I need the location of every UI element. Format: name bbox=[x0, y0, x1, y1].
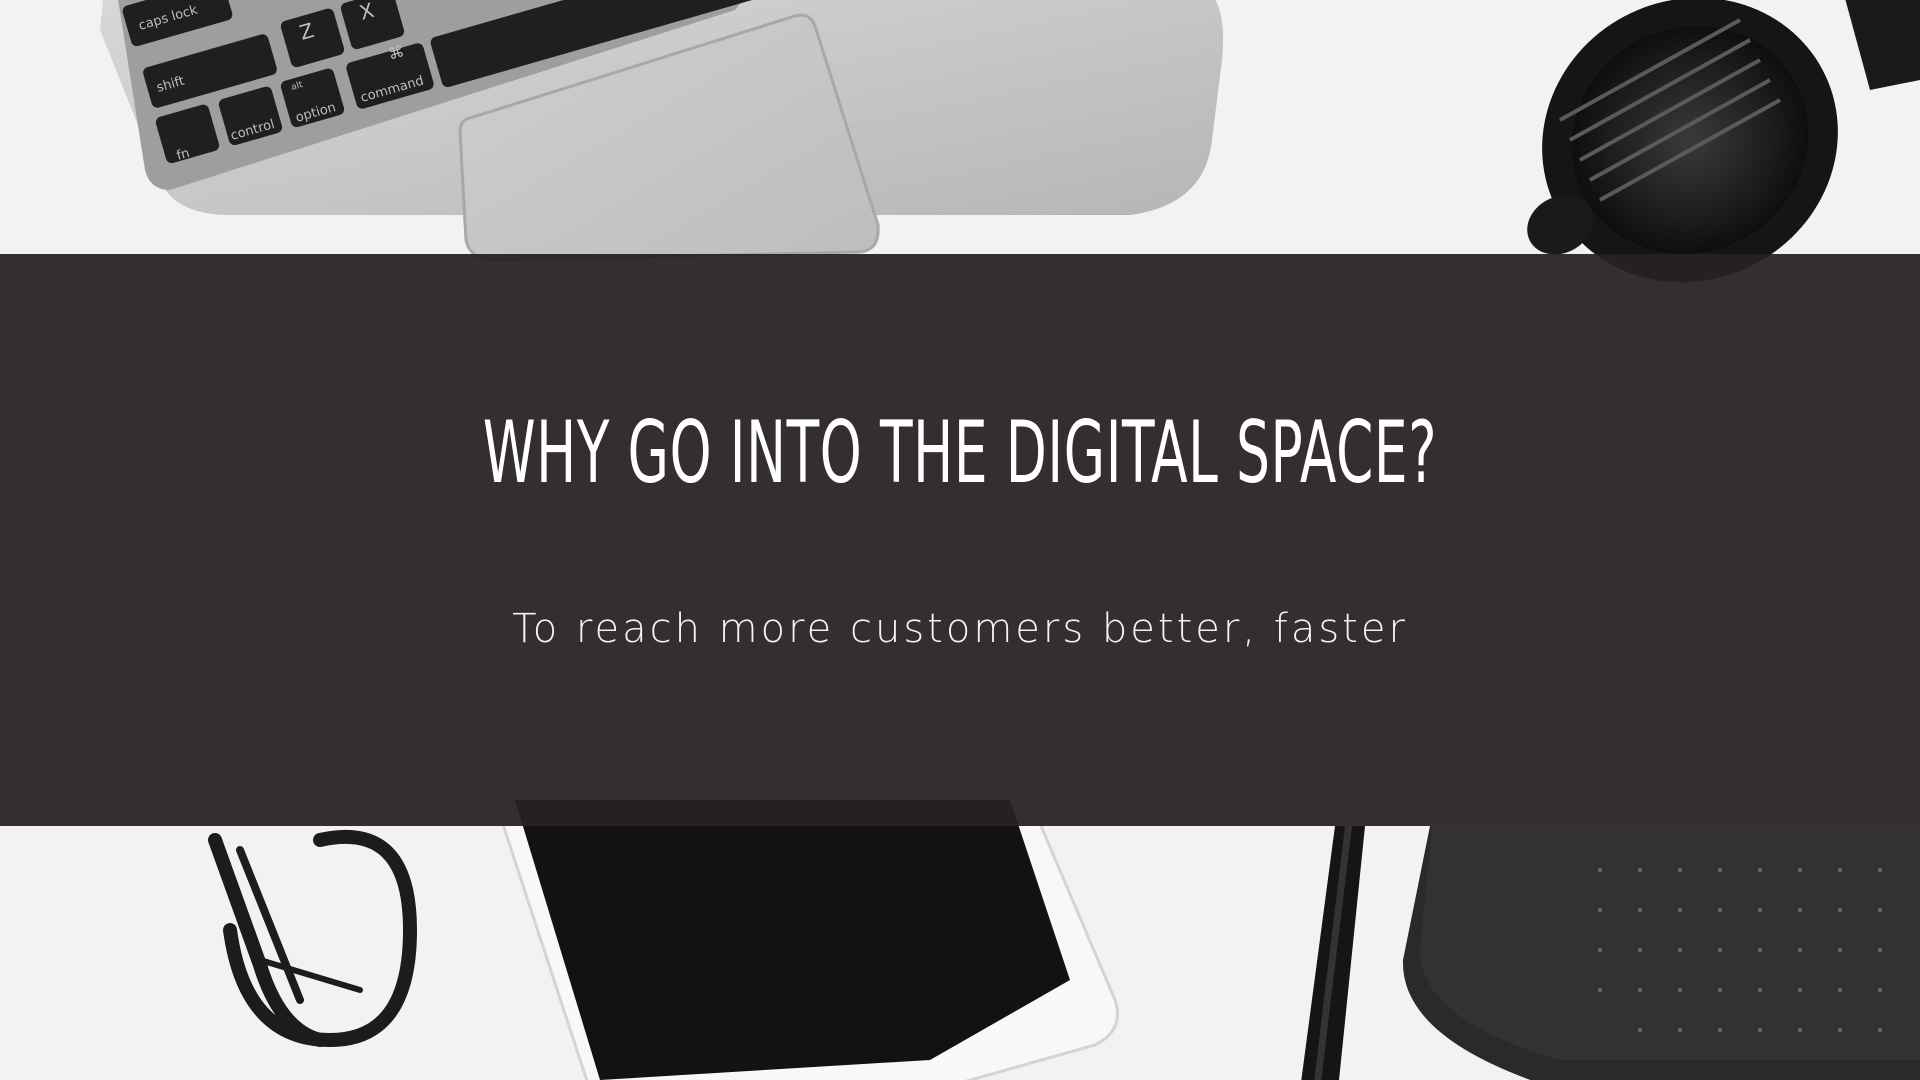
tablet-illustration bbox=[492, 798, 1119, 1080]
notebook-illustration bbox=[1402, 826, 1920, 1080]
slide-subheadline: To reach more customers better, faster bbox=[512, 606, 1408, 652]
slide: caps lock shift fn control alt option co… bbox=[0, 0, 1920, 1080]
title-banner bbox=[0, 254, 1920, 826]
slide-headline: WHY GO INTO THE DIGITAL SPACE? bbox=[482, 403, 1438, 503]
